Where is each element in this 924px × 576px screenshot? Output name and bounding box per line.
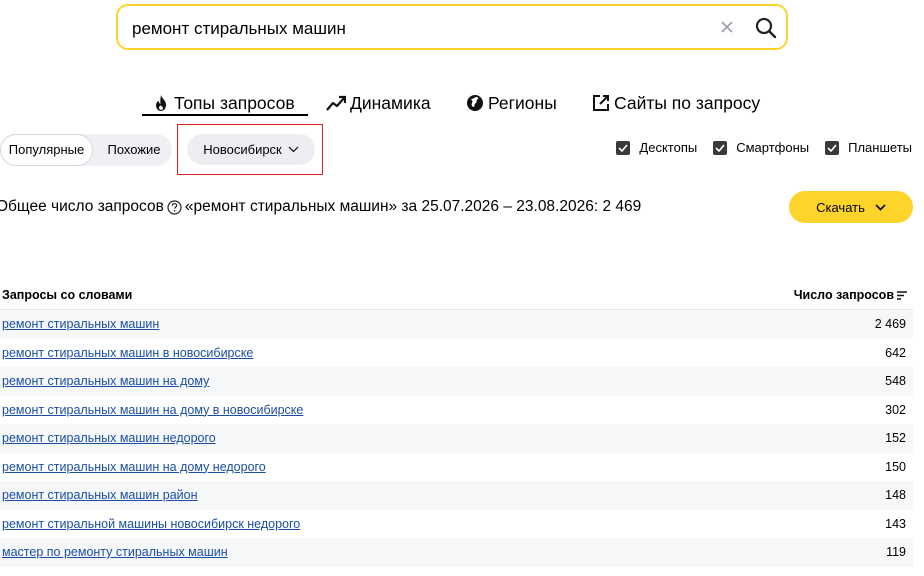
active-tab-indicator <box>142 114 308 116</box>
search-bar[interactable]: ремонт стиральных машин <box>116 4 788 50</box>
table-row: ремонт стиральных машин 2 469 <box>0 310 913 339</box>
query-link[interactable]: мастер по ремонту стиральных машин <box>2 545 228 559</box>
fire-icon <box>156 95 166 111</box>
tab-label: Динамика <box>350 92 431 113</box>
queries-table: Запросы со словами Число запросов ремонт… <box>0 282 913 567</box>
tab-label: Сайты по запросу <box>614 92 761 113</box>
column-header-count-label: Число запросов <box>793 288 894 302</box>
download-label: Скачать <box>816 199 865 215</box>
table-row: ремонт стиральных машин недорого 152 <box>0 424 913 453</box>
device-tablet-checkbox[interactable]: Планшеты <box>825 140 912 155</box>
query-count: 119 <box>886 545 906 559</box>
region-dropdown[interactable]: Новосибирск <box>187 134 315 165</box>
query-count: 302 <box>885 402 906 417</box>
device-desktop-checkbox[interactable]: Десктопы <box>616 140 697 155</box>
chevron-down-icon <box>875 203 886 211</box>
tab-label: Топы запросов <box>174 92 295 113</box>
tab-label: Регионы <box>488 92 557 113</box>
query-link[interactable]: ремонт стиральных машин район <box>2 488 198 502</box>
table-row: ремонт стиральной машины новосибирск нед… <box>0 510 913 539</box>
total-queries-summary: Общее число запросов «ремонт стиральных … <box>0 198 641 216</box>
query-link[interactable]: ремонт стиральных машин на дому в новоси… <box>2 403 303 417</box>
query-link[interactable]: ремонт стиральной машины новосибирск нед… <box>2 517 300 531</box>
device-smartphone-checkbox[interactable]: Смартфоны <box>713 140 809 155</box>
column-header-count[interactable]: Число запросов <box>794 288 907 302</box>
download-button[interactable]: Скачать <box>789 191 913 223</box>
region-label: Новосибирск <box>203 142 282 157</box>
search-icon[interactable] <box>754 16 778 40</box>
device-filters: Десктопы Смартфоны Планшеты <box>600 140 912 155</box>
mode-switch: Популярные Похожие <box>0 134 172 166</box>
table-row: ремонт стиральных машин в новосибирске 6… <box>0 339 913 368</box>
checkbox-checked-icon[interactable] <box>616 140 631 155</box>
checkbox-checked-icon[interactable] <box>713 140 728 155</box>
help-icon[interactable] <box>167 199 182 215</box>
checkbox-checked-icon[interactable] <box>825 140 840 155</box>
query-link[interactable]: ремонт стиральных машин <box>2 317 159 331</box>
checkbox-label: Смартфоны <box>736 140 810 155</box>
table-header: Запросы со словами Число запросов <box>0 282 913 310</box>
query-count: 152 <box>885 431 906 445</box>
table-row: ремонт стиральных машин на дому недорого… <box>0 453 913 482</box>
query-link[interactable]: ремонт стиральных машин недорого <box>2 431 216 445</box>
tab-regions[interactable]: Регионы <box>466 88 557 118</box>
trend-icon <box>326 95 346 111</box>
query-count: 143 <box>885 516 906 531</box>
table-row: ремонт стиральных машин на дому 548 <box>0 367 913 396</box>
checkbox-label: Десктопы <box>639 140 698 155</box>
clear-icon[interactable] <box>719 19 735 35</box>
query-count: 150 <box>885 459 906 474</box>
query-count: 148 <box>885 488 906 502</box>
tab-sites[interactable]: Сайты по запросу <box>592 88 760 118</box>
report-tabs: Топы запросов Динамика Регионы Сайты по … <box>0 88 924 120</box>
globe-icon <box>467 95 483 111</box>
table-body: ремонт стиральных машин 2 469 ремонт сти… <box>0 310 913 567</box>
chevron-down-icon <box>288 146 299 153</box>
summary-prefix: Общее число запросов <box>0 198 164 215</box>
table-row: мастер по ремонту стиральных машин 119 <box>0 538 913 567</box>
search-input[interactable]: ремонт стиральных машин <box>132 19 346 39</box>
summary-query: «ремонт стиральных машин» за 25.07.2026 … <box>184 198 642 215</box>
mode-similar-button[interactable]: Похожие <box>96 134 172 166</box>
query-link[interactable]: ремонт стиральных машин в новосибирске <box>2 346 253 360</box>
query-link[interactable]: ремонт стиральных машин на дому <box>2 374 209 388</box>
checkbox-label: Планшеты <box>848 140 912 155</box>
query-count: 642 <box>885 345 906 360</box>
tab-dynamics[interactable]: Динамика <box>326 88 431 118</box>
sort-icon <box>897 290 907 300</box>
query-link[interactable]: ремонт стиральных машин на дому недорого <box>2 460 266 474</box>
query-count: 548 <box>885 374 906 388</box>
table-row: ремонт стиральных машин на дому в новоси… <box>0 396 913 425</box>
table-row: ремонт стиральных машин район 148 <box>0 481 913 510</box>
query-count: 2 469 <box>874 317 906 331</box>
external-link-icon <box>593 95 609 111</box>
mode-popular-button[interactable]: Популярные <box>0 134 93 166</box>
column-header-queries: Запросы со словами <box>2 288 133 302</box>
